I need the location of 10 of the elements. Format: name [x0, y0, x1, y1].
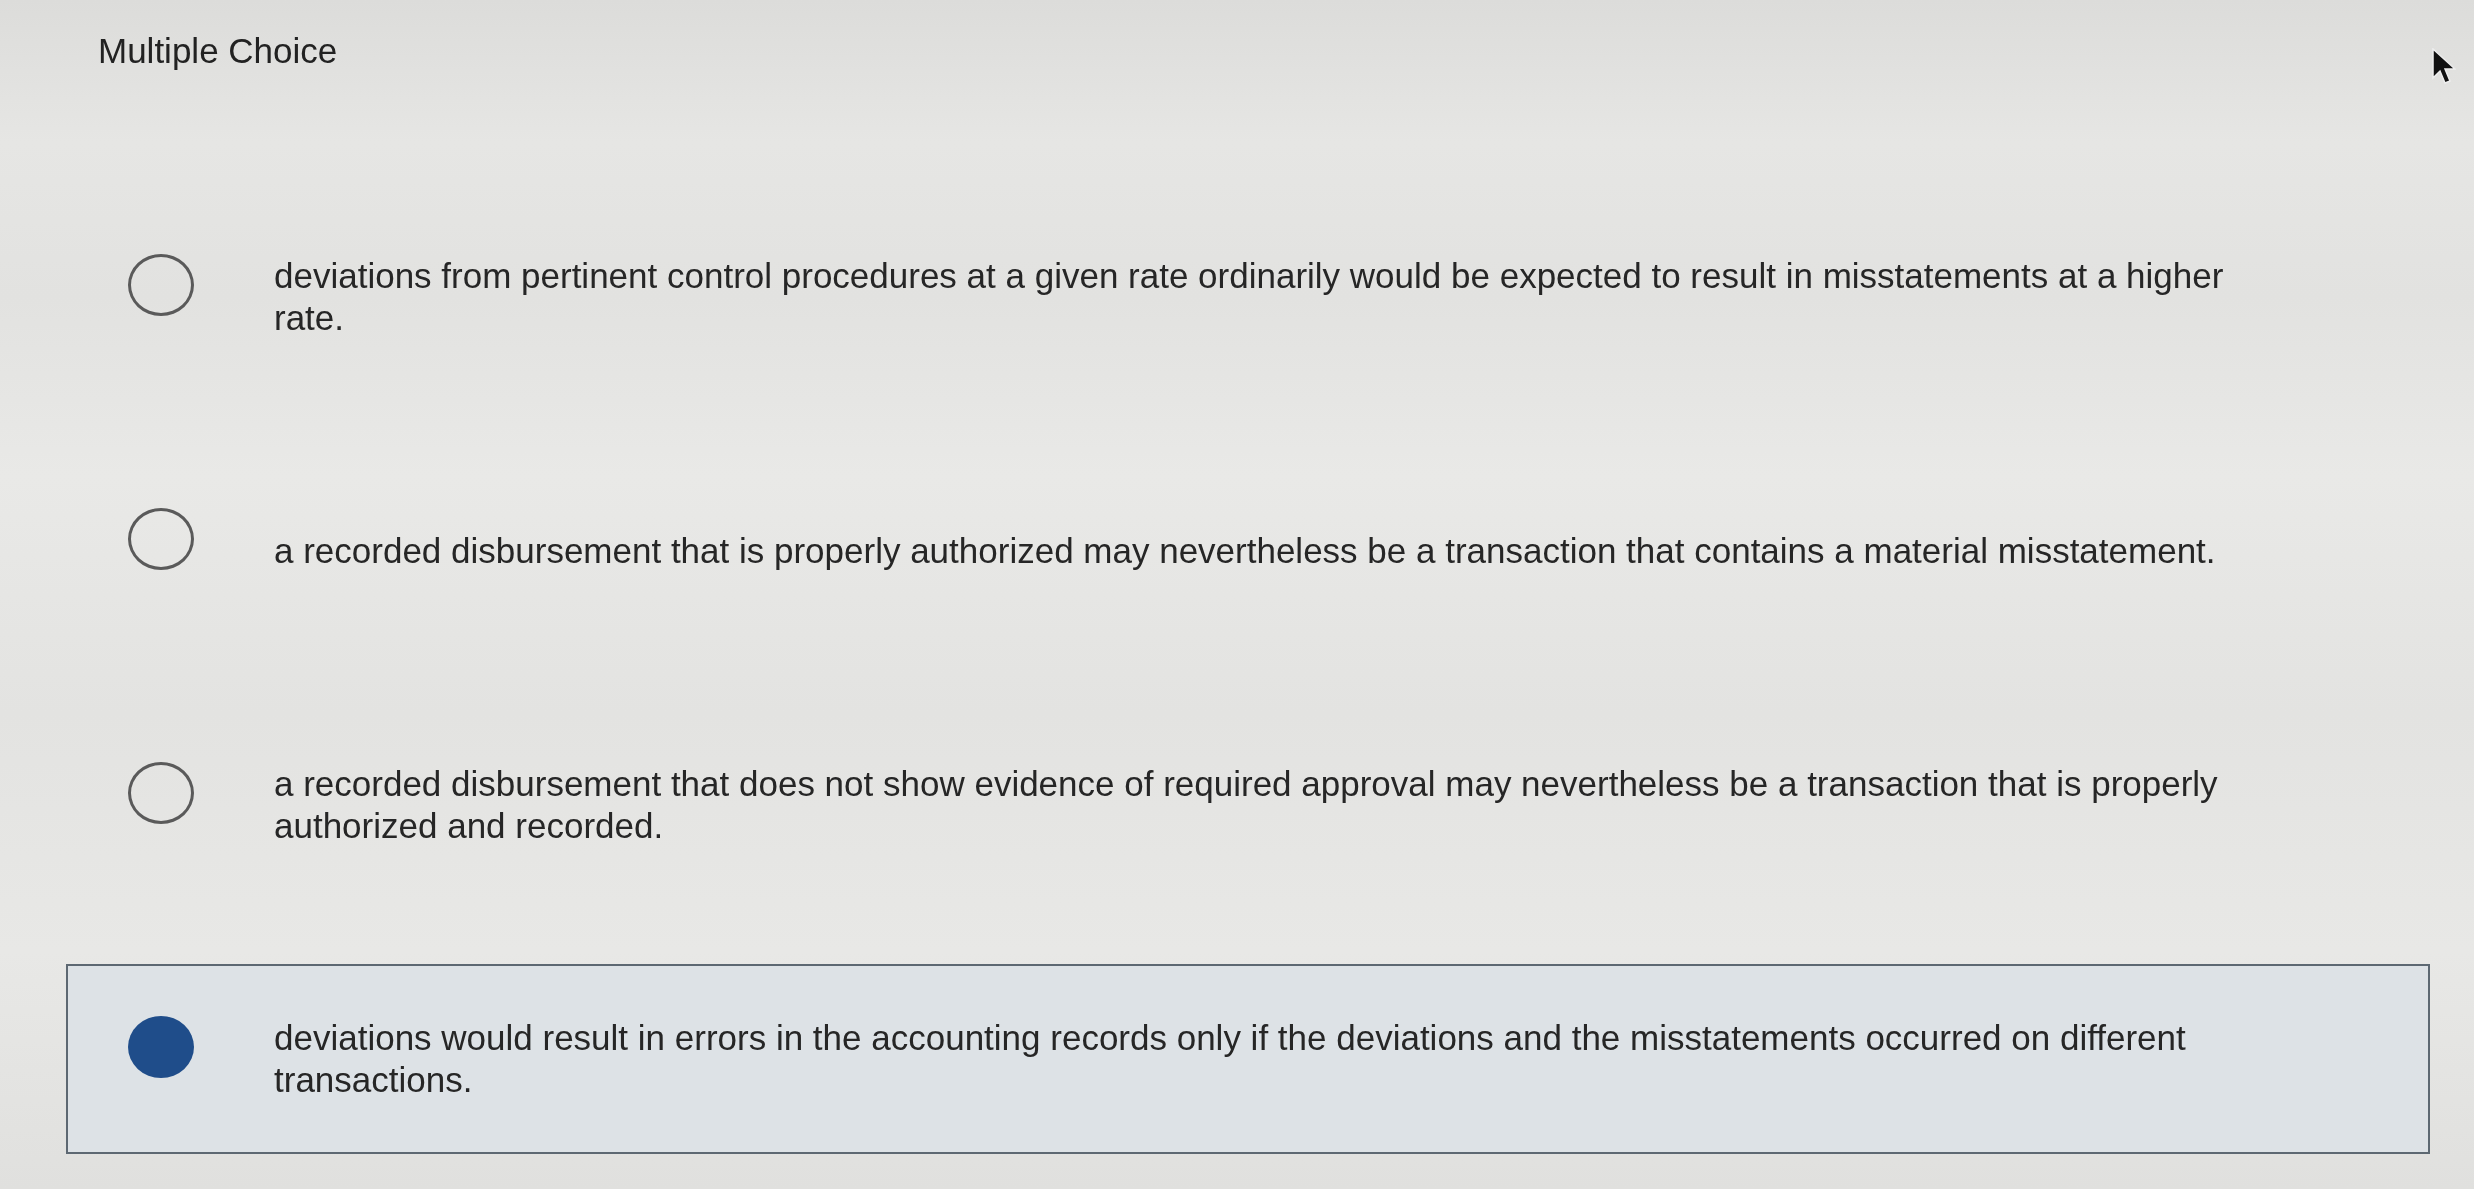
answer-text: a recorded disbursement that does not show evidence of required approval may nevertheless be a transaction that is properly authorized and recorded. — [274, 763, 2219, 847]
answer-text: deviations would result in errors in the accounting records only if the deviations and the misstatements occurred on different transactions. — [274, 1017, 2187, 1101]
selected-answer-card[interactable]: deviations would result in errors in the accounting records only if the deviations and the misstatements occurred on different transactions. — [66, 964, 2430, 1154]
question-type-title: Multiple Choice — [98, 30, 338, 72]
radio-button[interactable] — [128, 762, 194, 824]
answer-text: deviations from pertinent control procedures at a given rate ordinarily would be expected to result in misstatements at a higher rate. — [274, 255, 2225, 339]
mouse-pointer-icon — [2432, 48, 2456, 84]
radio-button[interactable] — [128, 254, 194, 316]
answer-text: a recorded disbursement that is properly authorized may nevertheless be a transaction that contains a material misstatement. — [274, 530, 2217, 572]
radio-button[interactable] — [128, 508, 194, 570]
